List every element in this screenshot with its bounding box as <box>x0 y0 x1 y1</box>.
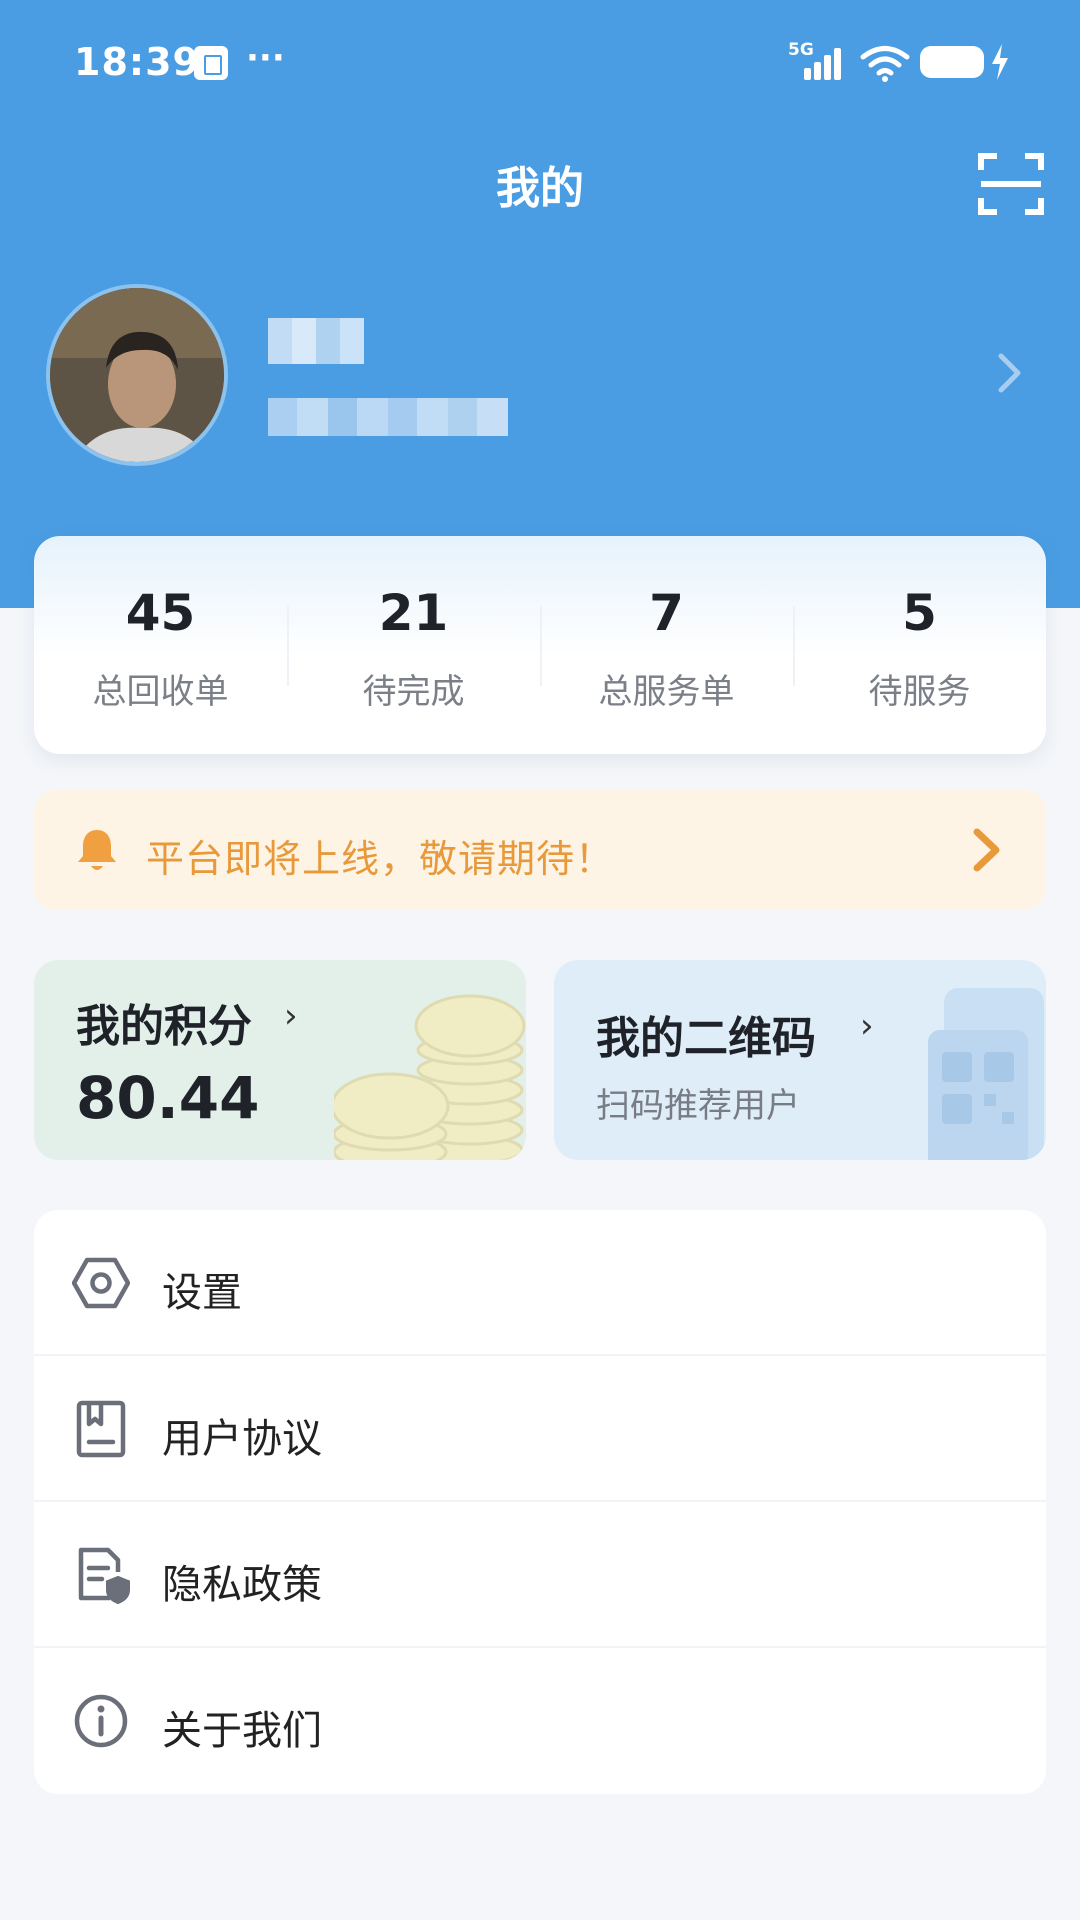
avatar[interactable] <box>46 284 228 466</box>
stat-label: 待完成 <box>362 672 465 712</box>
bookmark-doc-icon <box>76 1400 126 1458</box>
wifi-icon <box>860 46 910 82</box>
charging-icon <box>992 44 1008 80</box>
menu-item-user-agreement[interactable]: 用户协议 <box>34 1356 1046 1502</box>
stat-pending-completion[interactable]: 21 待完成 <box>287 536 540 754</box>
document-shield-icon <box>78 1547 130 1604</box>
stats-card: 45 总回收单 21 待完成 7 总服务单 5 待服务 <box>34 536 1046 754</box>
chevron-right-icon: › <box>284 996 298 1036</box>
user-name-blurred <box>268 318 364 364</box>
more-notifications-icon: ··· <box>246 38 285 78</box>
stat-label: 总回收单 <box>92 672 229 712</box>
qrcode-title: 我的二维码 <box>596 1013 816 1064</box>
user-phone-blurred <box>268 398 508 436</box>
menu-item-label: 隐私政策 <box>162 1562 322 1608</box>
chevron-right-icon[interactable] <box>996 352 1024 394</box>
chevron-right-icon <box>973 828 1000 872</box>
stat-total-service-orders[interactable]: 7 总服务单 <box>540 536 793 754</box>
points-title: 我的积分 <box>76 1001 252 1052</box>
stat-value: 45 <box>125 584 196 642</box>
coins-icon <box>334 994 526 1160</box>
menu-item-label: 设置 <box>162 1270 242 1316</box>
notice-text: 平台即将上线，敬请期待！ <box>146 837 615 881</box>
sim-card-icon <box>194 46 228 80</box>
points-card[interactable]: 我的积分 › 80.44 <box>34 960 526 1160</box>
bell-icon <box>78 830 116 870</box>
chevron-right-icon: › <box>860 1006 874 1046</box>
stat-label: 待服务 <box>868 672 971 712</box>
page-title: 我的 <box>496 163 584 214</box>
points-value: 80.44 <box>76 1064 260 1132</box>
stat-label: 总服务单 <box>598 672 735 712</box>
status-bar: 18:39 ··· 5G <box>0 0 1080 120</box>
qrcode-subtitle: 扫码推荐用户 <box>596 1086 800 1126</box>
notice-banner[interactable]: 平台即将上线，敬请期待！ <box>34 790 1046 910</box>
stat-value: 7 <box>649 584 684 642</box>
menu-item-privacy-policy[interactable]: 隐私政策 <box>34 1502 1046 1648</box>
settings-menu: 设置 用户协议 隐私政策 关于我们 <box>34 1210 1046 1794</box>
stat-total-recycle-orders[interactable]: 45 总回收单 <box>34 536 287 754</box>
signal-strength-icon <box>804 46 850 80</box>
stat-value: 5 <box>902 584 937 642</box>
status-time: 18:39 <box>74 40 200 84</box>
stat-value: 21 <box>378 584 449 642</box>
menu-item-about-us[interactable]: 关于我们 <box>34 1648 1046 1794</box>
info-icon <box>74 1694 128 1748</box>
menu-item-label: 用户协议 <box>162 1416 322 1462</box>
menu-item-settings[interactable]: 设置 <box>34 1210 1046 1356</box>
qr-code-icon <box>928 988 1044 1160</box>
battery-icon <box>920 46 984 78</box>
qrcode-card[interactable]: 我的二维码 › 扫码推荐用户 <box>554 960 1046 1160</box>
scan-icon[interactable] <box>977 152 1045 216</box>
avatar-photo <box>50 288 224 462</box>
settings-hexagon-icon <box>72 1257 130 1309</box>
menu-item-label: 关于我们 <box>162 1708 322 1754</box>
stat-pending-service[interactable]: 5 待服务 <box>793 536 1046 754</box>
